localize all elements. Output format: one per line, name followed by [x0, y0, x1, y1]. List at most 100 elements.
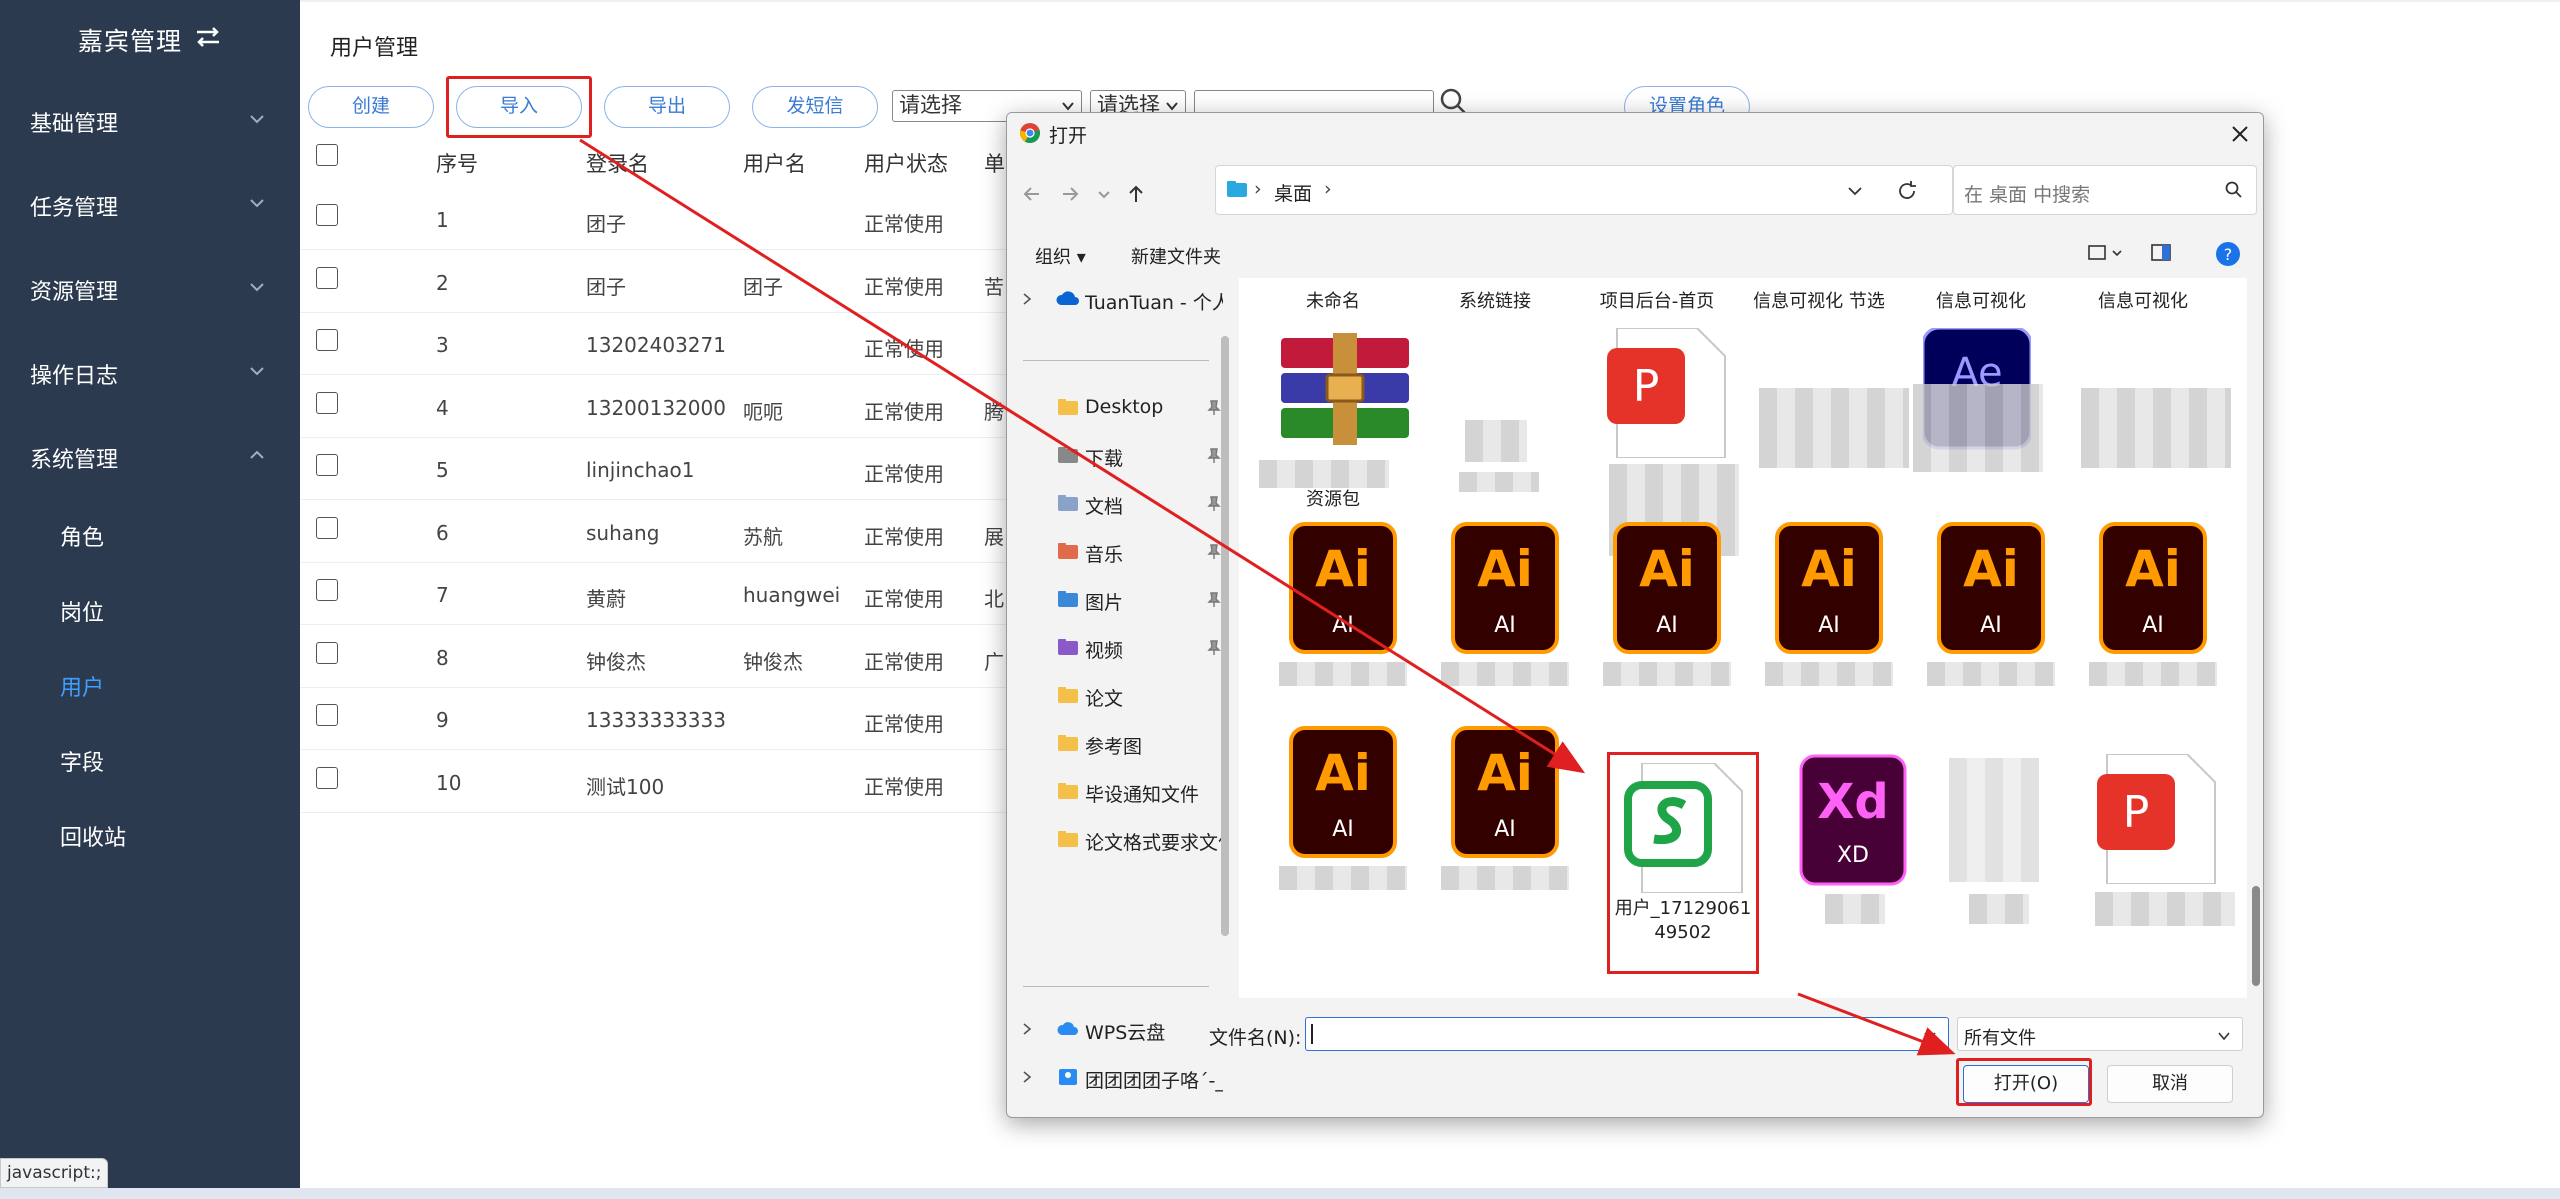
file-grid-scrollbar[interactable]	[2251, 278, 2261, 998]
row-checkbox[interactable]	[316, 329, 338, 351]
pin-icon[interactable]	[1207, 448, 1221, 464]
row-checkbox[interactable]	[316, 579, 338, 601]
ai-file-icon[interactable]: Ai AI	[1775, 522, 1883, 654]
nav-item[interactable]: 下载	[1007, 434, 1229, 478]
pin-icon[interactable]	[1207, 592, 1221, 608]
submenu-user[interactable]: 用户	[60, 670, 104, 702]
filename-input[interactable]	[1305, 1017, 1949, 1051]
create-button[interactable]: 创建	[308, 86, 434, 128]
nav-item[interactable]: Desktop	[1007, 386, 1229, 430]
col-header: 用户状态	[864, 152, 948, 176]
ai-file-icon[interactable]: Ai AI	[1937, 522, 2045, 654]
chevron-down-icon[interactable]	[1922, 1028, 1938, 1044]
view-icon[interactable]	[2087, 243, 2127, 263]
menu-log[interactable]: 操作日志	[0, 344, 300, 400]
chevron-right-icon[interactable]	[1021, 1022, 1033, 1036]
file-name: 用户_1712906149502	[1614, 898, 1752, 943]
pdf-file-icon[interactable]: P	[1607, 328, 1727, 458]
row-checkbox[interactable]	[316, 766, 338, 789]
pin-icon[interactable]	[1207, 544, 1221, 560]
address-bar[interactable]: › 桌面 ›	[1215, 165, 1953, 215]
file-type-filter[interactable]: 所有文件	[1957, 1017, 2243, 1051]
ai-file-icon[interactable]: Ai AI	[2099, 522, 2207, 654]
nav-item[interactable]: 毕设通知文件	[1007, 770, 1229, 814]
scroll-thumb[interactable]	[2252, 886, 2260, 986]
ai-file-icon[interactable]: Ai AI	[1451, 522, 1559, 654]
row-checkbox[interactable]	[316, 454, 338, 476]
chevron-right-icon[interactable]	[1021, 1070, 1033, 1084]
row-checkbox[interactable]	[316, 266, 338, 289]
file-resource-pack[interactable]: 资源包	[1253, 488, 1413, 512]
menu-basic[interactable]: 基础管理	[0, 92, 300, 148]
ai-label: AI	[1494, 613, 1516, 638]
forward-icon[interactable]	[1059, 183, 1081, 205]
breadcrumb-desktop[interactable]: 桌面	[1274, 179, 1312, 206]
chevron-down-icon	[250, 199, 264, 208]
back-icon[interactable]	[1021, 183, 1043, 205]
nav-item[interactable]: 图片	[1007, 578, 1229, 622]
winrar-icon[interactable]	[1275, 333, 1415, 453]
refresh-icon[interactable]	[1896, 180, 1918, 202]
cancel-button[interactable]: 取消	[2107, 1065, 2233, 1103]
organize-button[interactable]: 组织 ▾	[1035, 243, 1086, 269]
user-folder-icon	[1059, 1069, 1077, 1085]
menu-system[interactable]: 系统管理	[0, 428, 300, 484]
file-item[interactable]: 未命名	[1253, 290, 1413, 314]
new-folder-button[interactable]: 新建文件夹	[1131, 243, 1221, 269]
file-item[interactable]: 信息可视化	[1901, 290, 2061, 314]
nav-item[interactable]: 论文	[1007, 674, 1229, 718]
export-button[interactable]: 导出	[604, 86, 730, 128]
nav-scrollbar[interactable]	[1221, 336, 1229, 936]
file-selected-user[interactable]: 用户_1712906149502	[1607, 752, 1759, 974]
nav-item[interactable]: 音乐	[1007, 530, 1229, 574]
menu-resource[interactable]: 资源管理	[0, 260, 300, 316]
dialog-search[interactable]: 在 桌面 中搜索	[1953, 165, 2257, 215]
recent-chevron-icon[interactable]	[1093, 183, 1115, 205]
sms-button[interactable]: 发短信	[752, 86, 878, 128]
ai-file-icon[interactable]: Ai AI	[1289, 522, 1397, 654]
nav-item[interactable]: 论文格式要求文件	[1007, 818, 1229, 862]
row-checkbox[interactable]	[316, 204, 338, 226]
pdf-file-icon[interactable]: P	[2097, 754, 2217, 884]
select-all-checkbox[interactable]	[316, 144, 338, 166]
submenu-recycle[interactable]: 回收站	[60, 820, 126, 852]
nav-item[interactable]: 参考图	[1007, 722, 1229, 766]
help-icon[interactable]: ?	[2215, 241, 2241, 267]
chevron-down-icon[interactable]	[1846, 182, 1864, 200]
nav-item[interactable]: 视频	[1007, 626, 1229, 670]
blurred-video-thumb[interactable]	[2081, 388, 2231, 468]
ai-file-icon[interactable]: Ai AI	[1289, 726, 1397, 858]
row-checkbox[interactable]	[316, 641, 338, 664]
menu-task[interactable]: 任务管理	[0, 176, 300, 232]
blurred-video-thumb[interactable]	[1759, 388, 1909, 468]
ai-file-icon[interactable]: Ai AI	[1613, 522, 1721, 654]
pin-icon[interactable]	[1207, 640, 1221, 656]
filter-value: 所有文件	[1964, 1028, 2036, 1049]
file-item[interactable]: 项目后台-首页	[1577, 290, 1737, 314]
nav-wps[interactable]: WPS云盘	[1007, 1008, 1229, 1052]
xd-file-icon[interactable]: Xd XD	[1799, 754, 1907, 886]
pin-icon[interactable]	[1207, 496, 1221, 512]
row-checkbox[interactable]	[316, 704, 338, 726]
nav-item[interactable]: 文档	[1007, 482, 1229, 526]
ai-file-icon[interactable]: Ai AI	[1451, 726, 1559, 858]
row-checkbox[interactable]	[316, 391, 338, 414]
close-icon[interactable]	[2227, 121, 2253, 147]
chevron-right-icon[interactable]	[1021, 292, 1033, 306]
file-item[interactable]: 信息可视化	[2063, 290, 2223, 314]
blurred-label	[1279, 662, 1407, 686]
up-icon[interactable]	[1125, 183, 1147, 205]
submenu-post[interactable]: 岗位	[60, 595, 104, 627]
preview-pane-icon[interactable]	[2151, 243, 2171, 263]
blurred-photo[interactable]	[1949, 758, 2039, 882]
cell-no: 6	[436, 520, 449, 545]
file-item[interactable]: 系统链接	[1415, 290, 1575, 314]
row-checkbox[interactable]	[316, 516, 338, 539]
submenu-role[interactable]: 角色	[60, 520, 104, 552]
nav-user-folder[interactable]: 团团团团子咯´-_	[1007, 1056, 1229, 1100]
submenu-field[interactable]: 字段	[60, 745, 104, 777]
file-item[interactable]: 信息可视化 节选	[1739, 290, 1899, 314]
switch-icon[interactable]	[193, 22, 223, 52]
nav-onedrive[interactable]: TuanTuan - 个人	[1007, 278, 1229, 322]
pin-icon[interactable]	[1207, 400, 1221, 416]
